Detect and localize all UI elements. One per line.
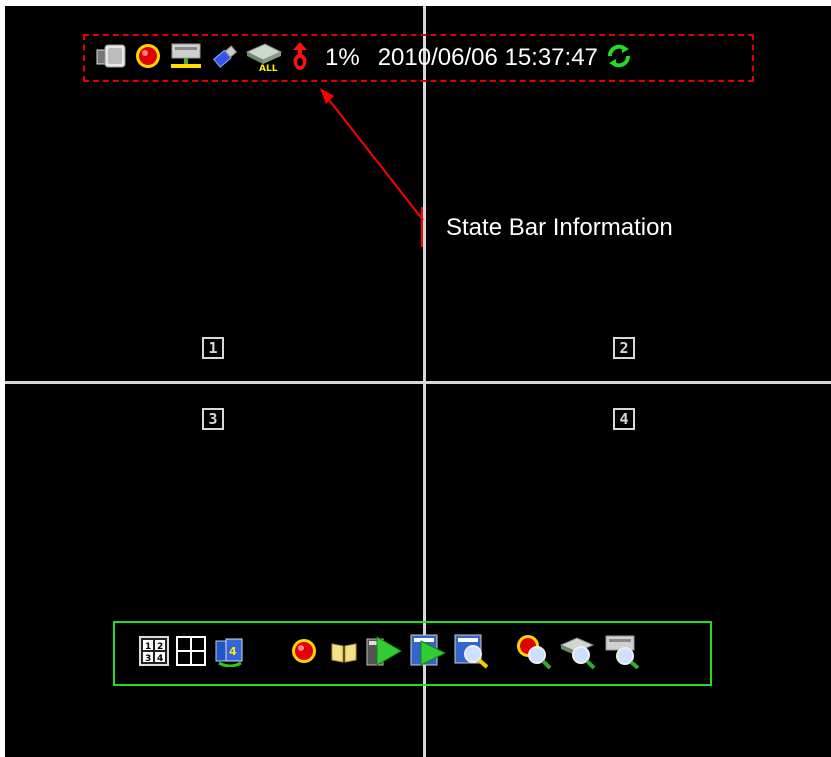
svg-text:2: 2 <box>157 642 163 652</box>
split-4-icon[interactable] <box>175 636 207 671</box>
svg-text:3: 3 <box>145 654 151 664</box>
search-icon[interactable] <box>453 633 491 674</box>
record-search-icon[interactable] <box>515 633 553 674</box>
playback-list-icon[interactable] <box>409 633 447 674</box>
svg-text:4: 4 <box>229 645 237 658</box>
annotation-tick <box>421 207 423 247</box>
annotation-label: State Bar Information <box>446 214 673 241</box>
control-toolbar: 1 2 3 4 4 <box>113 621 712 686</box>
sequence-icon[interactable]: 4 <box>213 635 247 672</box>
split-4-numbered-icon[interactable]: 1 2 3 4 <box>139 636 169 671</box>
event-search-icon[interactable] <box>603 633 641 674</box>
record-button-icon[interactable] <box>289 636 319 671</box>
log-book-icon[interactable] <box>329 636 359 671</box>
hdd-search-icon[interactable] <box>559 633 597 674</box>
svg-text:4: 4 <box>157 654 163 664</box>
playback-icon[interactable] <box>365 633 403 674</box>
svg-text:1: 1 <box>145 642 151 652</box>
